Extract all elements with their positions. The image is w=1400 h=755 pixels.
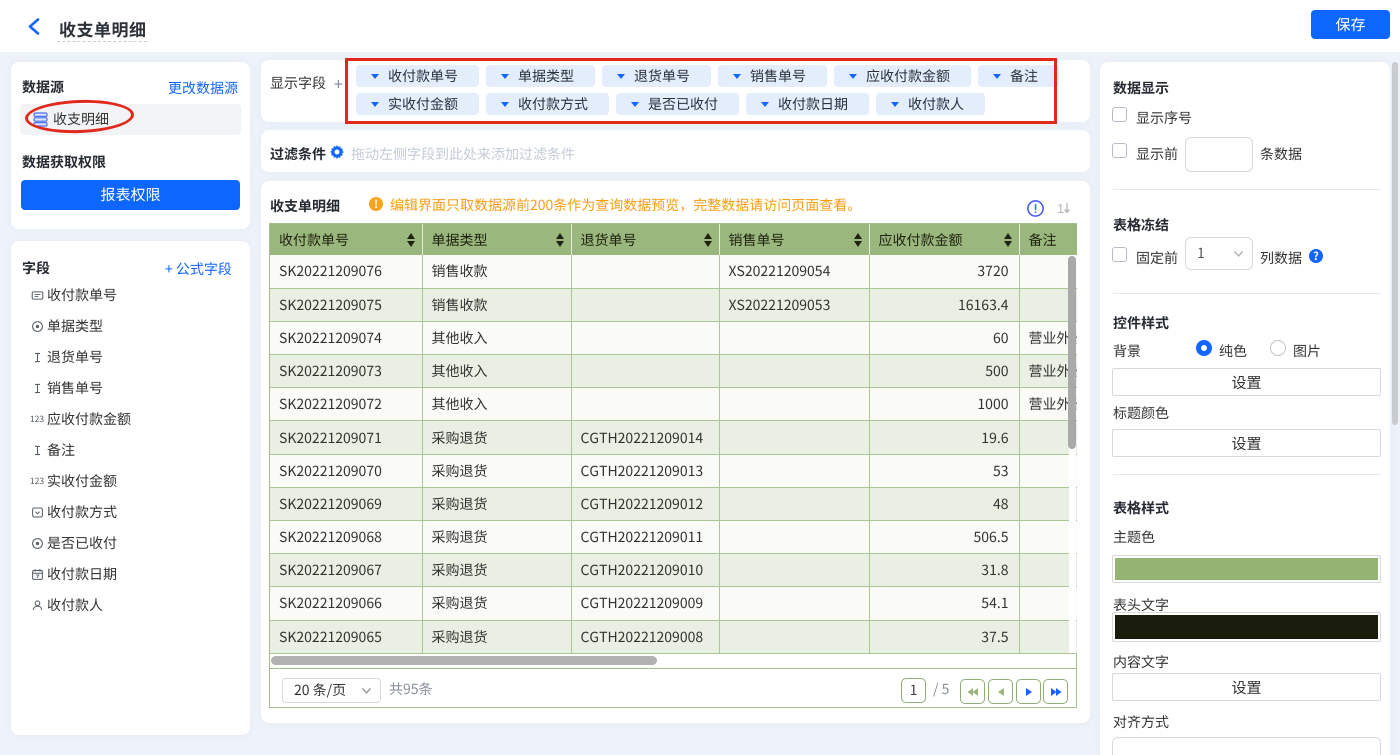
svg-text:1: 1 bbox=[1057, 201, 1064, 216]
